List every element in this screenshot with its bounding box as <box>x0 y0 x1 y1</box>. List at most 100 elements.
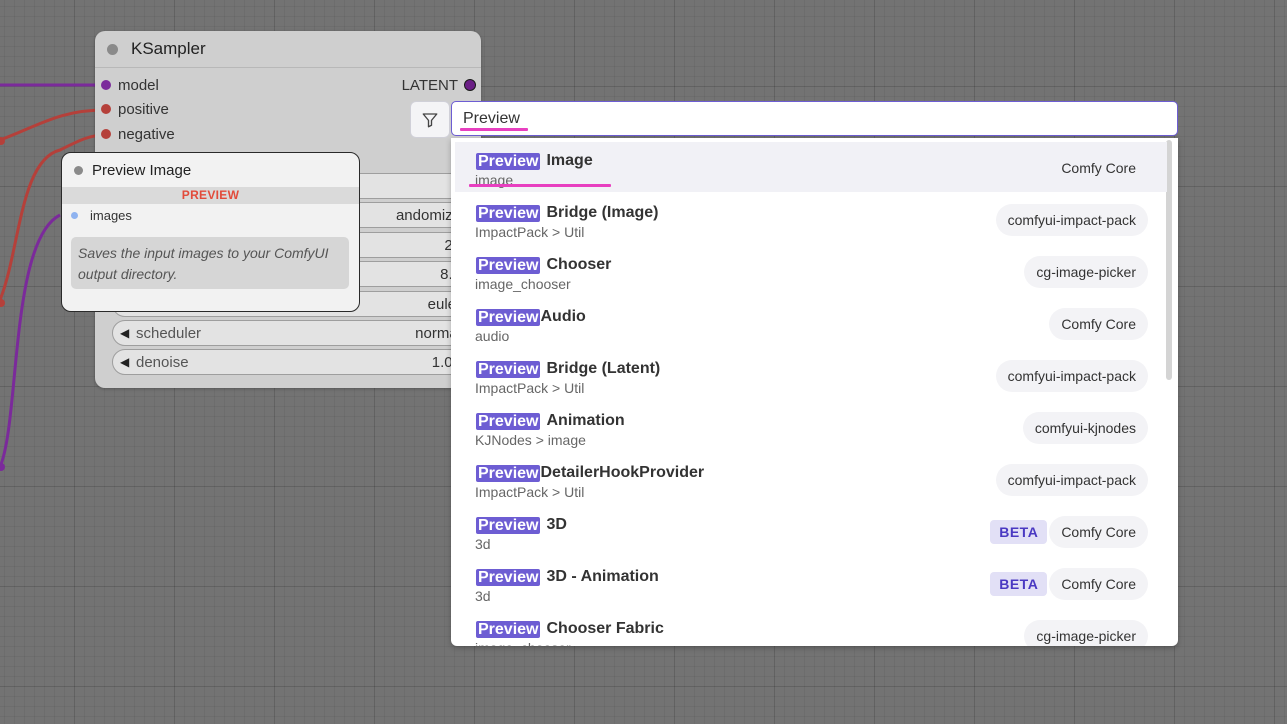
result-badges: comfyui-impact-pack <box>995 360 1148 392</box>
result-name-rest: 3D - Animation <box>546 568 659 585</box>
source-badge: comfyui-kjnodes <box>1022 412 1148 444</box>
result-badges: comfyui-impact-pack <box>995 464 1148 496</box>
source-badge: Comfy Core <box>1049 308 1148 340</box>
slot-label: positive <box>118 100 169 118</box>
widget-label: scheduler <box>136 324 202 342</box>
source-badge: Comfy Core <box>1049 568 1148 600</box>
collapse-dot-icon[interactable] <box>107 43 118 55</box>
slot-dot-icon[interactable] <box>464 79 476 91</box>
result-name-rest: Chooser <box>546 256 612 273</box>
result-title: Preview 3D <box>476 516 567 534</box>
preview-title-bar: Preview Image <box>62 153 359 187</box>
input-slot-model[interactable]: model <box>101 75 159 95</box>
result-badges: comfyui-impact-pack <box>995 204 1148 236</box>
filter-icon <box>422 112 438 127</box>
match-highlight: Preview <box>476 568 541 586</box>
search-input[interactable] <box>451 101 1178 136</box>
result-badges: Comfy Core <box>1049 152 1148 184</box>
search-result-item[interactable]: Preview Audio audio Comfy Core <box>455 298 1167 348</box>
widget-scheduler[interactable]: ◀ scheduler normal ▶ <box>112 320 487 346</box>
result-category: ImpactPack > Util <box>475 484 585 500</box>
wire-positive <box>0 108 106 142</box>
match-highlight: Preview <box>476 412 541 430</box>
ksampler-title-bar[interactable]: KSampler <box>95 31 481 68</box>
slot-dot-icon[interactable] <box>101 129 111 139</box>
search-result-item[interactable]: Preview Bridge (Latent) ImpactPack > Util c… <box>455 350 1167 400</box>
wire-end-dot <box>0 137 5 145</box>
result-badges: cg-image-picker <box>1024 256 1148 288</box>
source-badge: comfyui-impact-pack <box>995 360 1148 392</box>
source-badge: comfyui-impact-pack <box>995 204 1148 236</box>
source-badge: cg-image-picker <box>1024 620 1148 646</box>
search-result-item[interactable]: Preview Chooser image_chooser cg-image-pick… <box>455 246 1167 296</box>
match-highlight: Preview <box>476 464 541 482</box>
result-name-rest: Bridge (Image) <box>546 204 659 221</box>
collapse-dot-icon <box>74 165 83 175</box>
result-category: 3d <box>475 588 491 604</box>
source-badge: Comfy Core <box>1061 160 1136 176</box>
wire-end-dot <box>0 463 5 471</box>
match-highlight: Preview <box>476 152 541 170</box>
result-badges: BETA Comfy Core <box>990 568 1148 600</box>
search-result-item[interactable]: Preview DetailerHookProvider ImpactPack > … <box>455 454 1167 504</box>
result-title: Preview Animation <box>476 412 625 430</box>
preview-badge: PREVIEW <box>62 187 359 204</box>
input-slot-positive[interactable]: positive <box>101 99 169 119</box>
input-slot-negative[interactable]: negative <box>101 124 175 144</box>
widget-denoise[interactable]: ◀ denoise 1.00 ▶ <box>112 349 487 375</box>
search-result-item[interactable]: Preview Animation KJNodes > image comfyui-k… <box>455 402 1167 452</box>
node-title: KSampler <box>131 39 206 58</box>
result-name-rest: DetailerHookProvider <box>540 464 705 481</box>
match-highlight: Preview <box>476 516 541 534</box>
slot-label: model <box>118 76 159 94</box>
result-title: Preview Image <box>476 152 593 170</box>
result-badges: Comfy Core <box>1049 308 1148 340</box>
match-highlight: Preview <box>476 620 541 638</box>
result-title: Preview Bridge (Latent) <box>476 360 660 378</box>
result-name-rest: Bridge (Latent) <box>546 360 661 377</box>
result-name-rest: Animation <box>546 412 625 429</box>
result-title: Preview Audio <box>476 308 586 326</box>
arrow-left-icon[interactable]: ◀ <box>120 326 130 340</box>
search-result-item[interactable]: Preview 3D 3d BETA Comfy Core <box>455 506 1167 556</box>
result-name-rest: Image <box>546 152 593 169</box>
slot-label: LATENT <box>401 76 458 94</box>
filter-button[interactable] <box>410 101 450 138</box>
selected-result-underline <box>469 184 611 187</box>
match-highlight: Preview <box>476 308 541 326</box>
result-title: Preview 3D - Animation <box>476 568 659 586</box>
search-result-item[interactable]: Preview Bridge (Image) ImpactPack > Util co… <box>455 194 1167 244</box>
result-name-rest: Chooser Fabric <box>546 620 664 637</box>
result-category: ImpactPack > Util <box>475 380 585 396</box>
wire-images <box>0 213 61 468</box>
result-title: Preview Chooser <box>476 256 611 274</box>
slot-label: images <box>90 208 132 223</box>
preview-title: Preview Image <box>92 161 192 179</box>
preview-input-slot: images <box>71 208 132 223</box>
node-preview-card: Preview Image PREVIEW images Saves the i… <box>61 152 360 312</box>
result-badges: cg-image-picker <box>1024 620 1148 646</box>
source-badge: Comfy Core <box>1049 516 1148 548</box>
slot-dot-icon[interactable] <box>101 80 111 90</box>
search-text-underline <box>460 128 528 131</box>
beta-badge: BETA <box>990 572 1048 596</box>
result-title: Preview DetailerHookProvider <box>476 464 704 482</box>
match-highlight: Preview <box>476 256 541 274</box>
preview-description: Saves the input images to your ComfyUI o… <box>71 237 349 289</box>
search-result-item[interactable]: Preview 3D - Animation 3d BETA Comfy Core <box>455 558 1167 608</box>
result-category: audio <box>475 328 510 344</box>
result-category: KJNodes > image <box>475 432 586 448</box>
search-results-dropdown[interactable]: Preview Image image Comfy Core Preview Bridge… <box>451 138 1178 646</box>
result-title: Preview Bridge (Image) <box>476 204 659 222</box>
slot-dot-icon[interactable] <box>101 104 111 114</box>
result-name-rest: 3D <box>546 516 567 533</box>
match-highlight: Preview <box>476 360 541 378</box>
widget-label: denoise <box>136 353 189 371</box>
output-slot-latent[interactable]: LATENT <box>402 75 476 95</box>
result-category: 3d <box>475 536 491 552</box>
beta-badge: BETA <box>990 520 1048 544</box>
arrow-left-icon[interactable]: ◀ <box>120 355 130 369</box>
result-badges: comfyui-kjnodes <box>1022 412 1148 444</box>
search-result-item[interactable]: Preview Chooser Fabric image_chooser cg-ima… <box>455 610 1167 646</box>
match-highlight: Preview <box>476 204 541 222</box>
